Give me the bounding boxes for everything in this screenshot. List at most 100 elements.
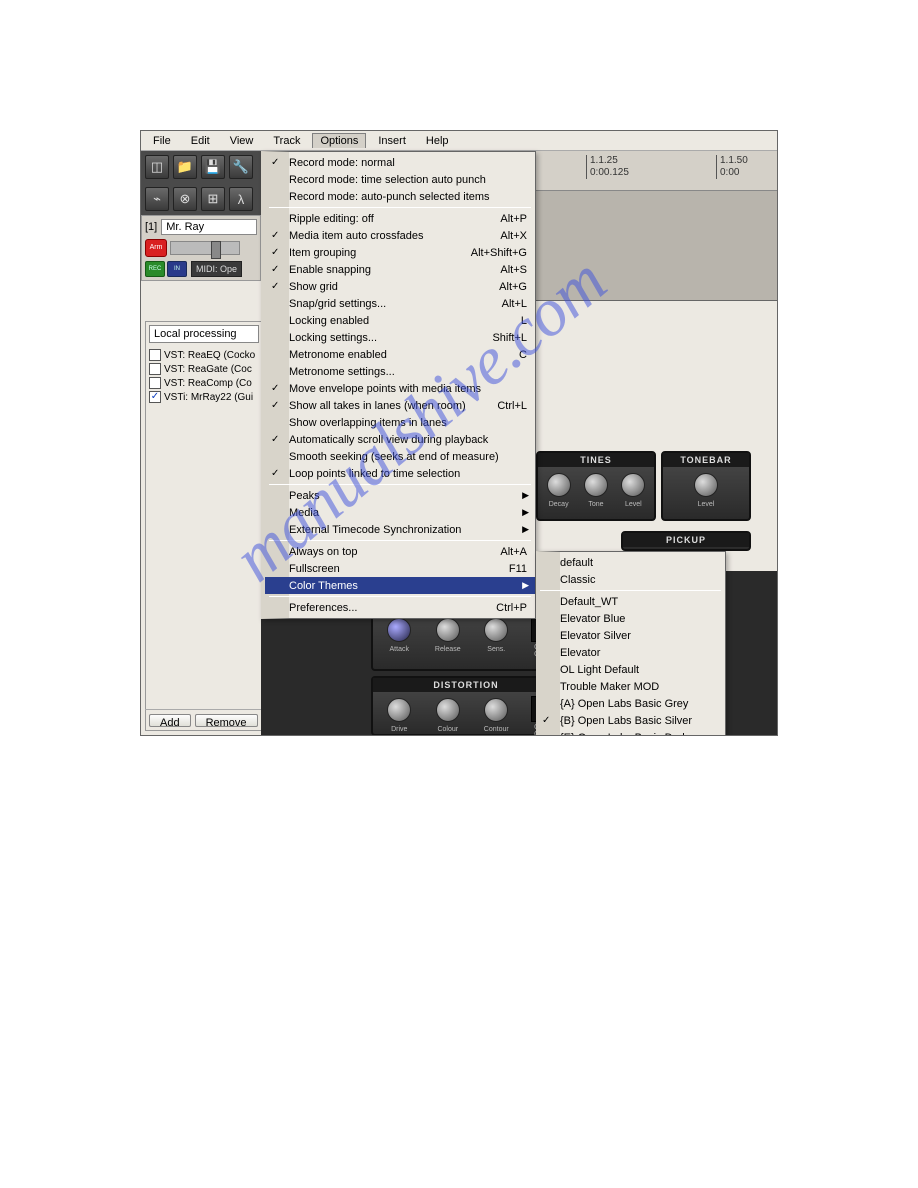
checkbox-icon[interactable] <box>149 363 161 375</box>
module-pickup: PICKUP <box>621 531 751 551</box>
menu-item[interactable]: ✓Show all takes in lanes (when room)Ctrl… <box>265 397 535 414</box>
menu-item[interactable]: ✓Media item auto crossfadesAlt+X <box>265 227 535 244</box>
knob[interactable] <box>547 473 571 497</box>
menu-item[interactable]: ✓Item groupingAlt+Shift+G <box>265 244 535 261</box>
module-header: DISTORTION <box>373 678 559 692</box>
save-icon[interactable]: 💾 <box>201 155 225 179</box>
submenu-item[interactable]: Classic <box>536 571 725 588</box>
menu-item[interactable]: ✓Record mode: normal <box>265 154 535 171</box>
remove-button[interactable]: Remove <box>195 714 258 727</box>
knob[interactable] <box>484 618 508 642</box>
submenu-arrow-icon: ▶ <box>522 507 529 518</box>
menu-item[interactable]: Locking enabledL <box>265 312 535 329</box>
knob[interactable] <box>387 698 411 722</box>
submenu-item[interactable]: Elevator <box>536 644 725 661</box>
track-lane[interactable] <box>536 191 777 301</box>
submenu-item-label: Elevator Blue <box>560 613 717 625</box>
menu-item[interactable]: Metronome settings... <box>265 363 535 380</box>
settings-icon[interactable]: 🔧 <box>229 155 253 179</box>
menu-shortcut: C <box>519 349 527 361</box>
menu-item[interactable]: Show overlapping items in lanes <box>265 414 535 431</box>
submenu-item[interactable]: Elevator Blue <box>536 610 725 627</box>
rec-button[interactable]: REC <box>145 261 165 277</box>
submenu-item[interactable]: Elevator Silver <box>536 627 725 644</box>
tool-icon[interactable]: λ <box>229 187 253 211</box>
knob[interactable] <box>436 698 460 722</box>
checkbox-icon[interactable] <box>149 377 161 389</box>
menu-options[interactable]: Options <box>312 133 366 148</box>
checkbox-checked-icon[interactable]: ✓ <box>149 391 161 403</box>
knob[interactable] <box>484 698 508 722</box>
menu-insert[interactable]: Insert <box>370 133 414 149</box>
menu-edit[interactable]: Edit <box>183 133 218 149</box>
menu-item[interactable]: Peaks▶ <box>265 487 535 504</box>
submenu-item[interactable]: default <box>536 554 725 571</box>
menu-track[interactable]: Track <box>265 133 308 149</box>
submenu-item[interactable]: {E} Open Labs Basic Dark <box>536 729 725 736</box>
submenu-item-label: {E} Open Labs Basic Dark <box>560 732 717 737</box>
knob[interactable] <box>694 473 718 497</box>
submenu-item[interactable]: {A} Open Labs Basic Grey <box>536 695 725 712</box>
check-icon: ✓ <box>271 157 279 168</box>
knob[interactable] <box>621 473 645 497</box>
menu-item[interactable]: FullscreenF11 <box>265 560 535 577</box>
menu-item[interactable]: Metronome enabledC <box>265 346 535 363</box>
menu-item[interactable]: ✓Automatically scroll view during playba… <box>265 431 535 448</box>
in-button[interactable]: IN <box>167 261 187 277</box>
menu-item[interactable]: Media▶ <box>265 504 535 521</box>
menu-shortcut: Ctrl+L <box>497 400 527 412</box>
menu-item[interactable]: Preferences...Ctrl+P <box>265 599 535 616</box>
menu-item-label: Fullscreen <box>289 563 509 575</box>
fx-item[interactable]: VST: ReaEQ (Cocko <box>149 348 259 362</box>
color-icon[interactable]: ⊗ <box>173 187 197 211</box>
checkbox-icon[interactable] <box>149 349 161 361</box>
knob-label: Colour <box>434 726 462 733</box>
knob[interactable] <box>387 618 411 642</box>
module-header: TONEBAR <box>663 453 749 467</box>
menu-shortcut: Alt+P <box>500 213 527 225</box>
menu-item[interactable]: Ripple editing: offAlt+P <box>265 210 535 227</box>
menu-item[interactable]: Smooth seeking (seeks at end of measure) <box>265 448 535 465</box>
menu-item-label: Smooth seeking (seeks at end of measure) <box>289 451 527 463</box>
menu-file[interactable]: File <box>145 133 179 149</box>
menu-separator <box>269 596 531 597</box>
track-name-input[interactable]: Mr. Ray <box>161 219 257 235</box>
check-icon: ✓ <box>271 264 279 275</box>
knob[interactable] <box>436 618 460 642</box>
menu-item-label: Always on top <box>289 546 500 558</box>
open-icon[interactable]: 📁 <box>173 155 197 179</box>
add-button[interactable]: Add <box>149 714 191 727</box>
menu-item[interactable]: Record mode: time selection auto punch <box>265 171 535 188</box>
menu-item[interactable]: Record mode: auto-punch selected items <box>265 188 535 205</box>
menu-item[interactable]: External Timecode Synchronization▶ <box>265 521 535 538</box>
menu-view[interactable]: View <box>222 133 262 149</box>
new-icon[interactable]: ◫ <box>145 155 169 179</box>
menu-item[interactable]: Snap/grid settings...Alt+L <box>265 295 535 312</box>
menu-help[interactable]: Help <box>418 133 457 149</box>
menu-item[interactable]: Color Themes▶ <box>265 577 535 594</box>
menu-item[interactable]: ✓Move envelope points with media items <box>265 380 535 397</box>
fx-item[interactable]: VST: ReaComp (Co <box>149 376 259 390</box>
menu-item[interactable]: Locking settings...Shift+L <box>265 329 535 346</box>
knob-label: Attack <box>385 646 413 653</box>
midi-input-label[interactable]: MIDI: Ope <box>191 261 242 277</box>
menu-item[interactable]: ✓Loop points linked to time selection <box>265 465 535 482</box>
submenu-item[interactable]: OL Light Default <box>536 661 725 678</box>
fx-item[interactable]: ✓VSTi: MrRay22 (Gui <box>149 390 259 404</box>
submenu-item[interactable]: ✓{B} Open Labs Basic Silver <box>536 712 725 729</box>
menu-item[interactable]: ✓Enable snappingAlt+S <box>265 261 535 278</box>
fx-item[interactable]: VST: ReaGate (Coc <box>149 362 259 376</box>
menu-item[interactable]: ✓Show gridAlt+G <box>265 278 535 295</box>
menu-item-label: Media item auto crossfades <box>289 230 500 242</box>
arm-button[interactable]: Arm <box>145 239 167 257</box>
submenu-item[interactable]: Default_WT <box>536 593 725 610</box>
timeline[interactable]: 1.1.250:00.125 1.1.500:00 <box>536 151 777 191</box>
panel-title: Local processing <box>149 325 259 343</box>
grid-icon[interactable]: ⊞ <box>201 187 225 211</box>
menu-item-label: Media <box>289 507 527 519</box>
menu-item[interactable]: Always on topAlt+A <box>265 543 535 560</box>
submenu-item[interactable]: Trouble Maker MOD <box>536 678 725 695</box>
volume-slider[interactable] <box>170 241 240 255</box>
routing-icon[interactable]: ⌁ <box>145 187 169 211</box>
knob[interactable] <box>584 473 608 497</box>
